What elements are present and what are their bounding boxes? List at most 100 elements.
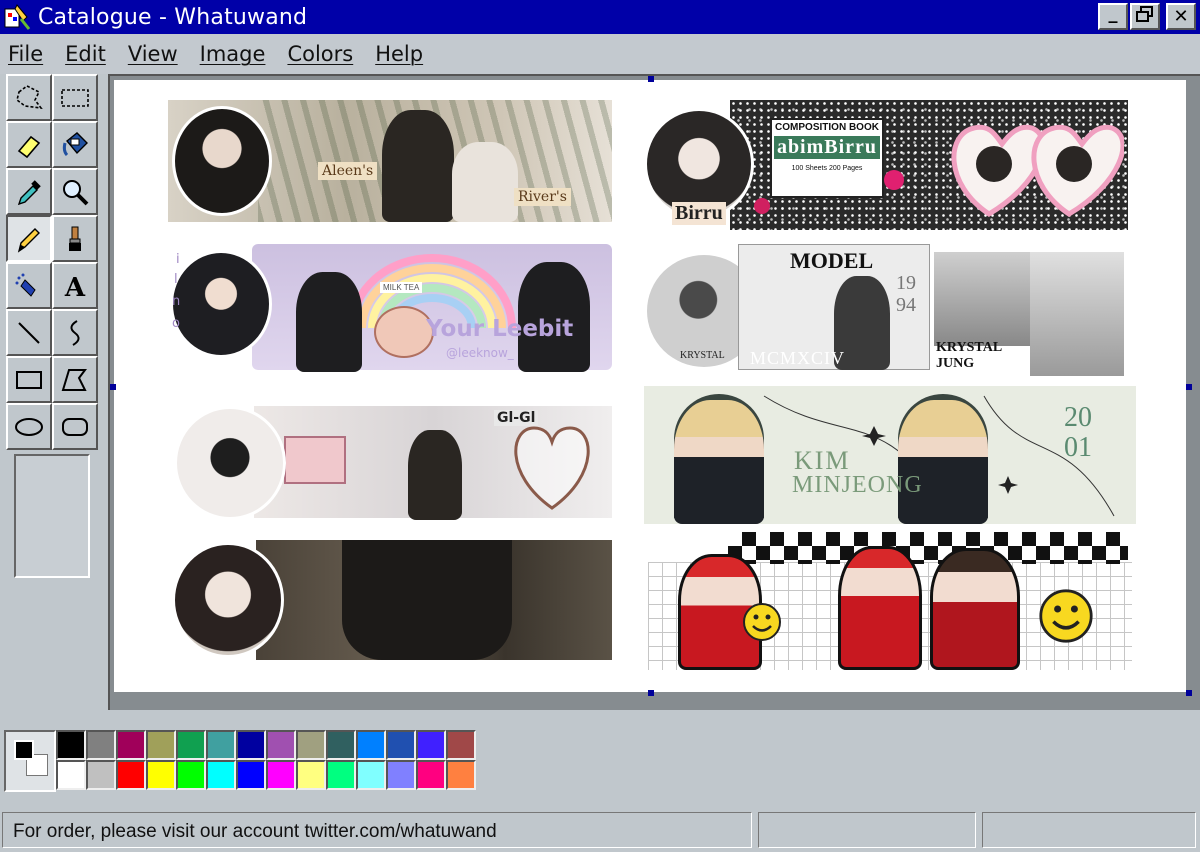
curve-icon <box>70 319 80 346</box>
palette-swatch[interactable] <box>446 730 476 760</box>
portrait-circle <box>172 106 272 216</box>
smiley-sticker <box>1039 589 1093 643</box>
banner-label: COMPOSITION BOOK <box>775 122 879 133</box>
resize-handle-bottom[interactable] <box>648 690 654 696</box>
close-icon: ✕ <box>1173 6 1189 27</box>
color-picker-icon <box>17 179 41 205</box>
banner-label: River's <box>514 188 571 206</box>
palette-swatch[interactable] <box>326 730 356 760</box>
palette-swatch[interactable] <box>176 730 206 760</box>
restore-button[interactable] <box>1130 3 1160 30</box>
menu-view[interactable]: View <box>128 42 178 66</box>
palette-swatch[interactable] <box>416 760 446 790</box>
palette-swatch[interactable] <box>116 760 146 790</box>
banner-label: MINJEONG <box>792 472 923 498</box>
curve-tool[interactable] <box>52 309 98 356</box>
person-photo <box>898 400 988 524</box>
text-tool[interactable]: A <box>52 262 98 309</box>
free-select-tool[interactable] <box>6 74 52 121</box>
sticker <box>754 198 770 214</box>
eraser-tool[interactable] <box>6 121 52 168</box>
polygon-tool[interactable] <box>52 356 98 403</box>
canvas-scroll-area[interactable]: Aleen's River's COMPOSITION BOOK abimBir… <box>108 74 1200 710</box>
minimize-icon: _ <box>1108 3 1118 24</box>
palette-swatch[interactable] <box>446 760 476 790</box>
banner-label: JUNG <box>936 356 975 371</box>
polygon-icon <box>61 368 87 391</box>
foreground-color-swatch[interactable] <box>14 740 34 760</box>
palette-swatch[interactable] <box>296 730 326 760</box>
banner-aleen-river: Aleen's River's <box>168 100 612 222</box>
banner-composition-book: COMPOSITION BOOK abimBirru 100 Sheets 20… <box>644 100 1128 230</box>
banner-label: KRYSTAL <box>936 340 1003 355</box>
palette-swatch[interactable] <box>86 760 116 790</box>
banner-checker-smiley <box>648 532 1132 670</box>
rectangle-tool[interactable] <box>6 356 52 403</box>
palette-swatch[interactable] <box>146 730 176 760</box>
menu-file[interactable]: File <box>8 42 43 66</box>
palette-swatch[interactable] <box>356 760 386 790</box>
palette-swatch[interactable] <box>116 730 146 760</box>
line-icon <box>18 321 40 344</box>
current-colors-box[interactable] <box>4 730 56 792</box>
palette-swatch[interactable] <box>206 730 236 760</box>
magnifier-tool[interactable] <box>52 168 98 215</box>
window-title: Catalogue - Whatuwand <box>38 4 308 30</box>
palette-swatch[interactable] <box>296 760 326 790</box>
palette-swatch[interactable] <box>206 760 236 790</box>
palette-swatch[interactable] <box>416 730 446 760</box>
rounded-rect-icon <box>62 417 88 436</box>
palette-swatch[interactable] <box>146 760 176 790</box>
pencil-tool[interactable] <box>6 215 52 262</box>
ellipse-icon <box>15 417 43 436</box>
person-photo <box>382 110 454 222</box>
toolbox: A <box>0 74 108 710</box>
palette-swatch[interactable] <box>86 730 116 760</box>
resize-handle-top[interactable] <box>648 76 654 82</box>
menu-image[interactable]: Image <box>200 42 266 66</box>
menu-help[interactable]: Help <box>375 42 423 66</box>
person-photo <box>838 546 922 670</box>
brush-tool[interactable] <box>52 215 98 262</box>
palette-swatch[interactable] <box>56 760 86 790</box>
person-photo <box>296 272 362 372</box>
status-coords-panel <box>758 812 976 848</box>
ellipse-tool[interactable] <box>6 403 52 450</box>
palette-swatch[interactable] <box>386 730 416 760</box>
line-tool[interactable] <box>6 309 52 356</box>
palette-swatch[interactable] <box>266 760 296 790</box>
palette-swatch[interactable] <box>236 730 266 760</box>
sticker <box>884 170 904 190</box>
portrait-circle <box>174 406 286 520</box>
drawing-canvas[interactable]: Aleen's River's COMPOSITION BOOK abimBir… <box>114 80 1186 692</box>
color-picker-tool[interactable] <box>6 168 52 215</box>
fill-tool[interactable] <box>52 121 98 168</box>
rounded-rect-tool[interactable] <box>52 403 98 450</box>
palette-swatch[interactable] <box>326 760 356 790</box>
pencil-icon <box>17 227 40 253</box>
palette-swatch[interactable] <box>56 730 86 760</box>
rect-select-tool[interactable] <box>52 74 98 121</box>
close-button[interactable]: ✕ <box>1166 3 1196 30</box>
resize-handle-right[interactable] <box>1186 384 1192 390</box>
heart-frame <box>514 426 590 510</box>
airbrush-tool[interactable] <box>6 262 52 309</box>
palette-swatch[interactable] <box>356 730 386 760</box>
menu-bar: File Edit View Image Colors Help <box>0 34 1200 74</box>
menu-colors[interactable]: Colors <box>287 42 353 66</box>
resize-handle-corner[interactable] <box>1186 690 1192 696</box>
palette-swatch[interactable] <box>266 730 296 760</box>
photo-tile <box>934 252 1030 346</box>
palette-swatch[interactable] <box>236 760 266 790</box>
resize-handle-left[interactable] <box>110 384 116 390</box>
minimize-button[interactable]: _ <box>1098 3 1128 30</box>
paint-app-icon[interactable] <box>2 2 32 32</box>
palette-swatch[interactable] <box>386 760 416 790</box>
tool-options-box[interactable] <box>14 454 90 578</box>
banner-cafe-hearts: Gl-Gl <box>174 400 612 524</box>
brush-icon <box>69 226 81 251</box>
title-bar: Catalogue - Whatuwand _ ✕ <box>0 0 1200 34</box>
banner-label: Your Leebit <box>426 316 574 342</box>
palette-swatch[interactable] <box>176 760 206 790</box>
menu-edit[interactable]: Edit <box>65 42 106 66</box>
